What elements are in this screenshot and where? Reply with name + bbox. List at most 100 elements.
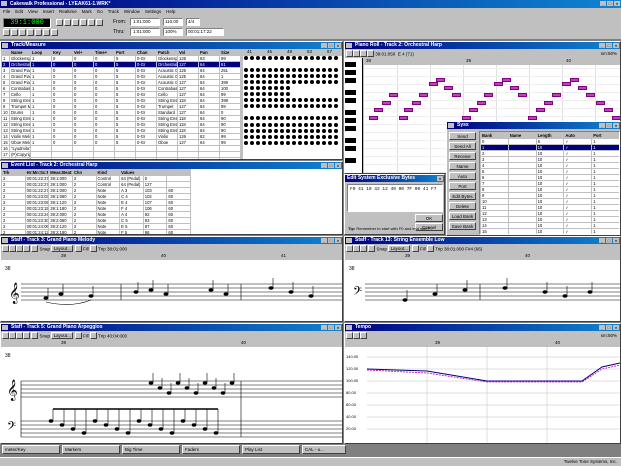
black-key[interactable]: [345, 146, 356, 151]
black-key[interactable]: [345, 78, 356, 83]
end-icon[interactable]: [51, 29, 58, 36]
black-key[interactable]: [345, 118, 356, 123]
track-cell[interactable]: [51, 157, 73, 159]
layout-button[interactable]: Layout...: [51, 245, 74, 253]
layout-button[interactable]: Layout...: [388, 245, 411, 253]
event-cell[interactable]: 2: [1, 229, 26, 234]
erase-tool-icon[interactable]: [360, 50, 367, 58]
task-cal[interactable]: CAL - u...: [302, 445, 346, 454]
trip-check[interactable]: [426, 245, 434, 253]
note-event[interactable]: [484, 93, 493, 97]
close-button[interactable]: ×: [613, 238, 619, 243]
thru-field[interactable]: 1:01:000: [130, 28, 160, 36]
event-cell[interactable]: 00:01:22:27: [24, 181, 50, 188]
fill-check[interactable]: [74, 245, 82, 253]
minimize-button[interactable]: _: [321, 163, 327, 168]
track-cell[interactable]: String Ensemble Melody: [9, 97, 31, 104]
event-cell[interactable]: 96: [142, 229, 168, 234]
step-back-icon[interactable]: [11, 29, 18, 36]
close-button[interactable]: ×: [335, 238, 341, 243]
staff1-canvas[interactable]: 38 𝄞: [1, 260, 342, 321]
ok-button[interactable]: OK: [415, 214, 443, 222]
event-cell[interactable]: Note: [95, 229, 121, 234]
track-cell[interactable]: String Ensemble 1: [156, 115, 178, 122]
maximize-button[interactable]: □: [606, 123, 612, 128]
maximize-button[interactable]: □: [328, 163, 334, 168]
event-cell[interactable]: 00:01:22:27: [24, 187, 50, 194]
sysx-send-all-button[interactable]: Send All: [449, 142, 476, 150]
menu-settings[interactable]: Settings: [145, 8, 161, 16]
track-cell[interactable]: Glockenspiel: [156, 55, 178, 62]
scrub-tool-icon[interactable]: [367, 50, 374, 58]
app-icon[interactable]: [1, 1, 7, 6]
maximize-button[interactable]: □: [328, 325, 334, 330]
sync-field[interactable]: 100%: [163, 28, 183, 36]
track-cell[interactable]: "Lyudmila's Song": [9, 145, 31, 152]
minimize-button[interactable]: _: [599, 123, 605, 128]
sysx-save-bank-button[interactable]: Save Bank: [449, 222, 476, 230]
minimize-button[interactable]: _: [599, 43, 605, 48]
close-button[interactable]: ×: [335, 43, 341, 48]
track-cell[interactable]: [93, 157, 115, 159]
minimize-button[interactable]: _: [321, 238, 327, 243]
window-icon[interactable]: [346, 43, 352, 48]
note-event[interactable]: [429, 82, 438, 86]
close-button[interactable]: ×: [613, 325, 619, 330]
track-cell[interactable]: (P)Copyright 2011, Rich W.: [9, 151, 31, 158]
track-cell[interactable]: String Ensemble Low: [9, 127, 31, 134]
track-cell[interactable]: String Ensemble Melody: [9, 115, 31, 122]
minimize-button[interactable]: _: [599, 238, 605, 243]
window-icon[interactable]: [2, 163, 8, 168]
note-event[interactable]: [544, 101, 553, 105]
track-cell[interactable]: Acoustic Grand Pia: [156, 73, 178, 80]
event-cell[interactable]: 00:01:23:15: [24, 205, 50, 212]
column-header[interactable]: Hr:Mn:Sc:Fr: [24, 169, 50, 176]
track-cell[interactable]: String Ensemble 1: [156, 97, 178, 104]
note-event[interactable]: [518, 93, 527, 97]
black-key[interactable]: [345, 62, 356, 67]
note-event[interactable]: [444, 86, 453, 90]
snap-check[interactable]: [368, 245, 376, 253]
snap-check[interactable]: [31, 332, 39, 340]
sysx-load-bank-button[interactable]: Load Bank: [449, 212, 476, 220]
track-cell[interactable]: Glockenspiel: [9, 55, 31, 62]
menu-insert[interactable]: Insert: [43, 8, 54, 16]
pencil-tool-icon[interactable]: [353, 332, 360, 340]
tempo-field[interactable]: 110.00: [163, 18, 183, 26]
note-event[interactable]: [596, 101, 605, 105]
track-cell[interactable]: Oboe Melody: [9, 139, 31, 146]
layout-button[interactable]: Layout...: [51, 332, 74, 340]
sysx-list[interactable]: Bank Name Length Auto Port 0 6 ✓ 1 1 10 ✓ 1 2 10 ✓ 1 3 10 ✓…: [479, 131, 620, 235]
pencil-tool-icon[interactable]: [353, 245, 360, 253]
piano-keyboard[interactable]: [345, 58, 363, 173]
select-tool-icon[interactable]: [2, 332, 9, 340]
note-event[interactable]: [536, 108, 545, 112]
pencil-tool-icon[interactable]: [9, 332, 16, 340]
track-cell[interactable]: String Ensemble High: [9, 121, 31, 128]
piano-roll-zoom[interactable]: sm:50%: [601, 50, 617, 57]
track-cell[interactable]: Contrabass: [9, 85, 31, 92]
staff2-canvas[interactable]: 38 𝄢: [345, 260, 620, 321]
erase-tool-icon[interactable]: [16, 332, 23, 340]
track-cell[interactable]: richnagel@richnagel.net: [9, 157, 31, 159]
track-cell[interactable]: [219, 157, 241, 159]
window-icon[interactable]: [2, 238, 8, 243]
maximize-button[interactable]: □: [606, 325, 612, 330]
sysx-edit-bytes-button[interactable]: Edit Bytes: [449, 192, 476, 200]
toolbar-btn-2[interactable]: [64, 19, 71, 26]
track-cell[interactable]: [156, 157, 178, 159]
note-event[interactable]: [502, 78, 511, 82]
event-cell[interactable]: 64 (Pedal): [119, 175, 144, 182]
menu-realtime[interactable]: Realtime: [59, 8, 77, 16]
event-cell[interactable]: 00:01:23:30: [24, 217, 50, 224]
note-event[interactable]: [419, 93, 428, 97]
note-event[interactable]: [570, 78, 579, 82]
task-faders[interactable]: Faders: [182, 445, 240, 454]
minimize-button[interactable]: _: [321, 325, 327, 330]
task-markers[interactable]: Markers: [62, 445, 120, 454]
erase-tool-icon[interactable]: [360, 245, 367, 253]
window-icon[interactable]: [2, 43, 8, 48]
event-cell[interactable]: 00:01:23:24: [24, 211, 50, 218]
track-row[interactable]: 18richnagel@richnagel.net: [1, 157, 241, 159]
maximize-button[interactable]: □: [606, 43, 612, 48]
